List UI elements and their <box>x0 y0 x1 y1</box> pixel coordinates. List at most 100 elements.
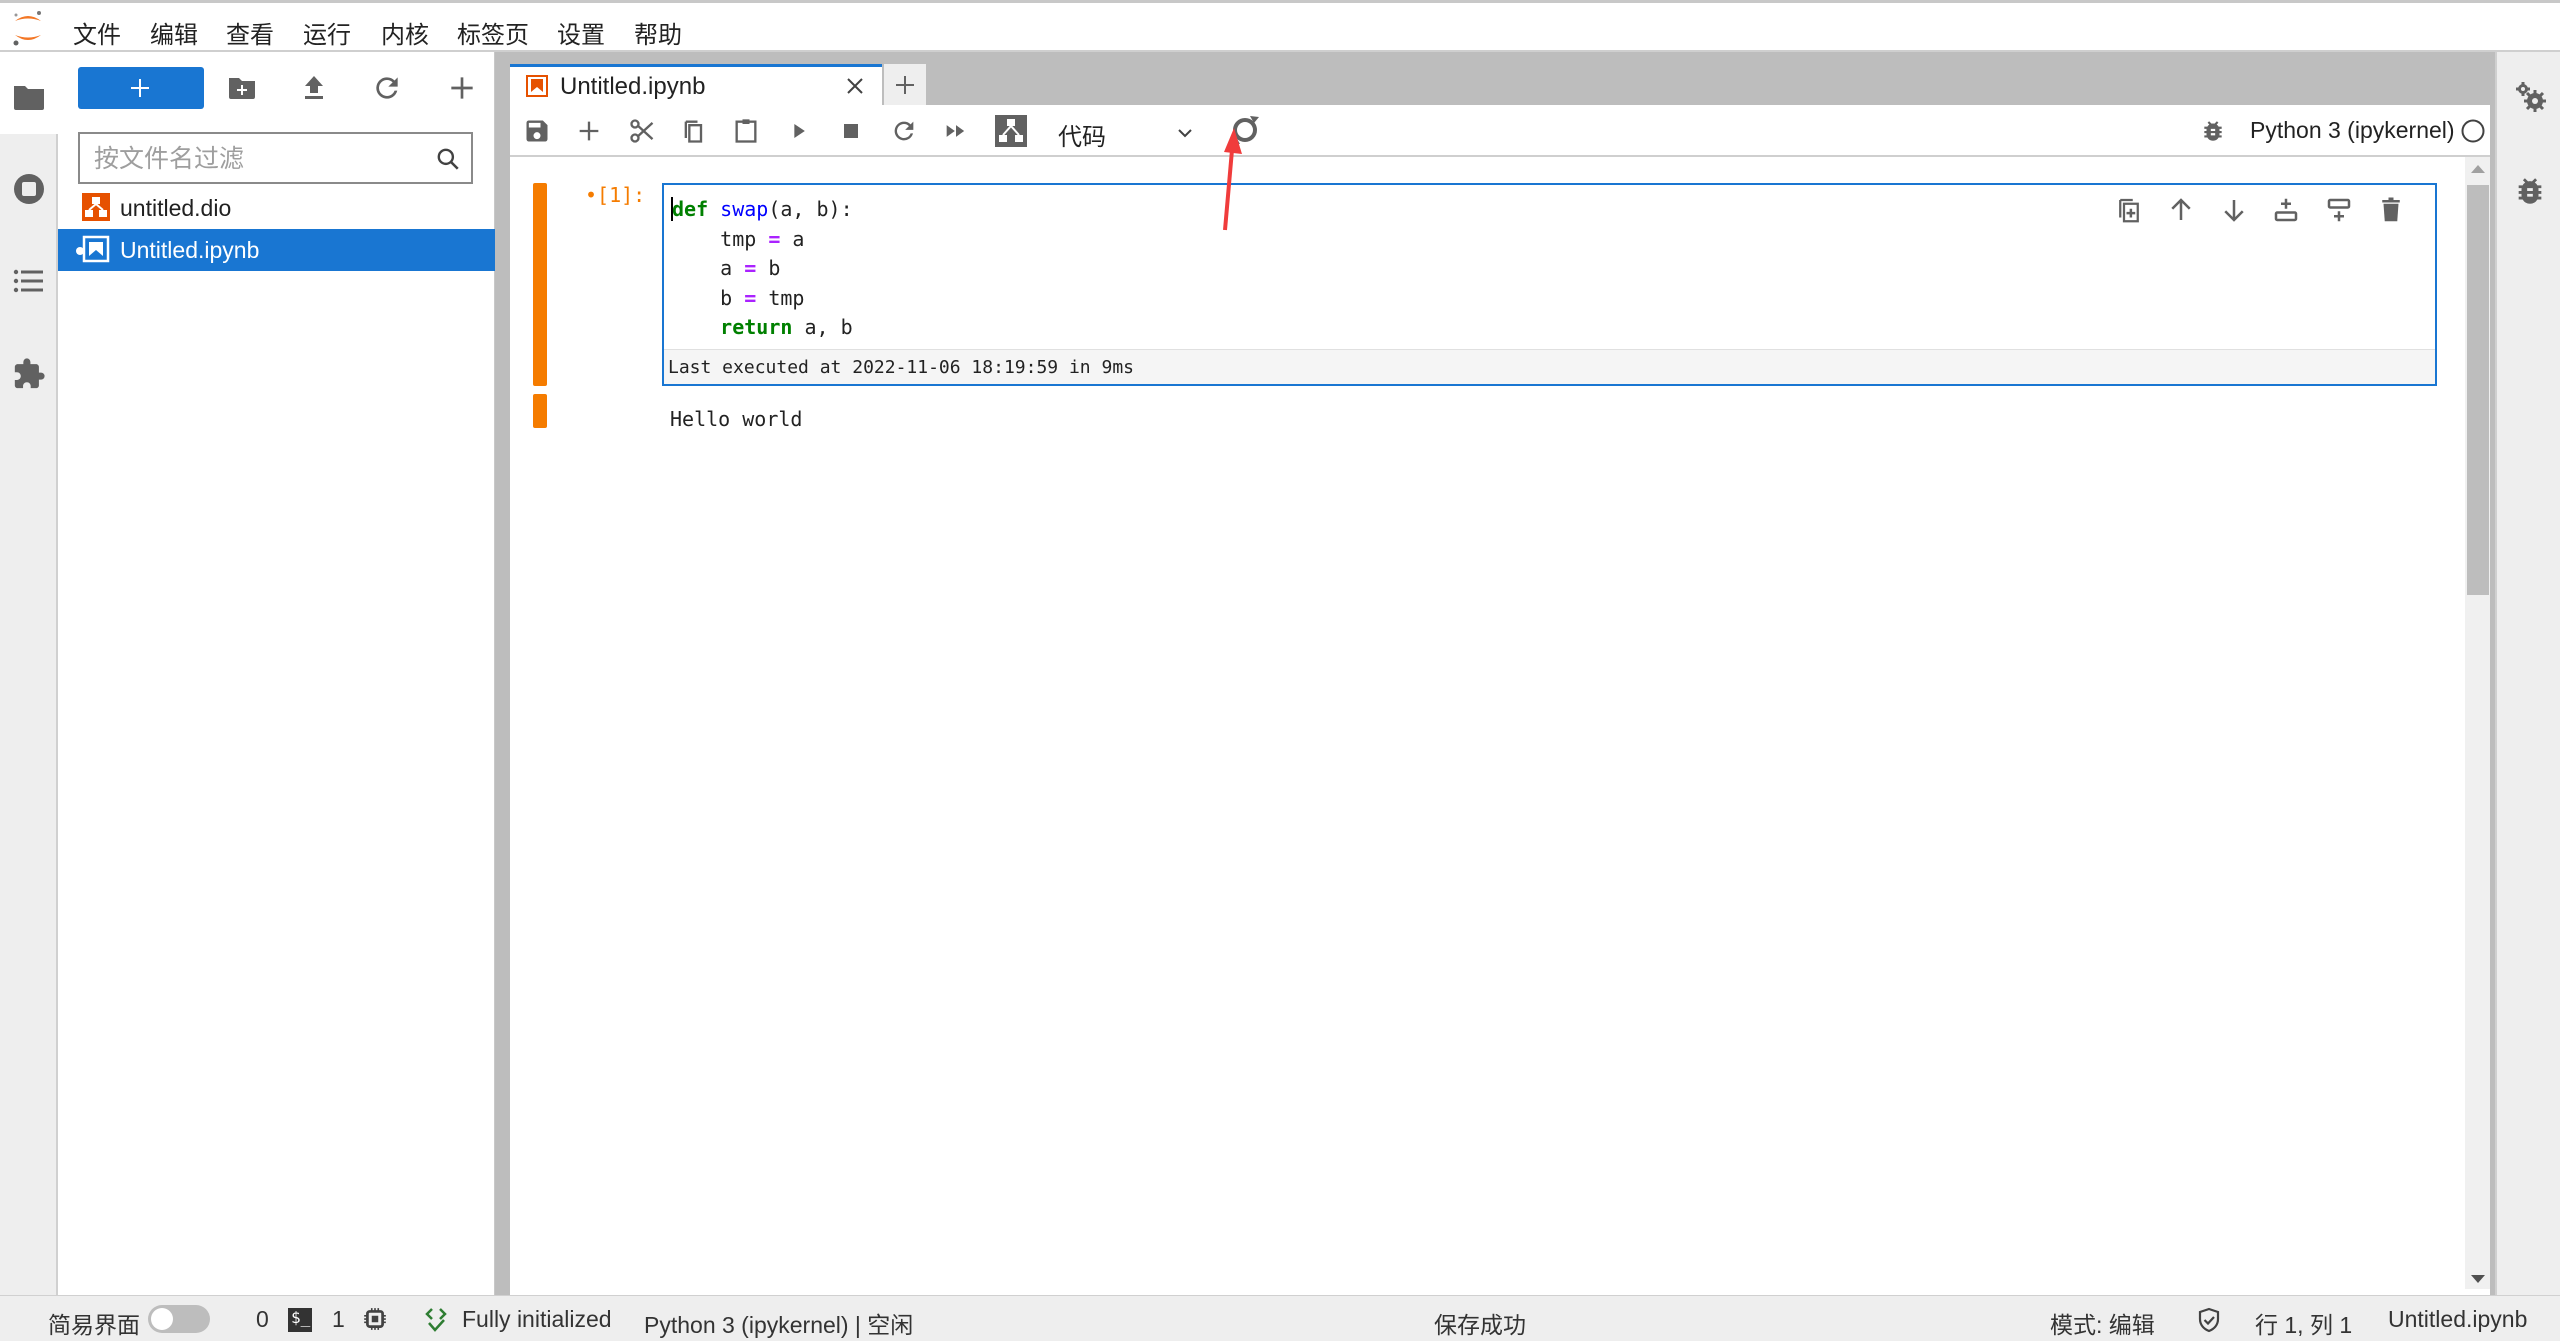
move-cell-down-button[interactable] <box>2219 195 2249 225</box>
cell-type-value: 代码 <box>1058 124 1106 151</box>
jupyter-logo-icon <box>10 9 46 47</box>
paste-button[interactable] <box>732 117 760 145</box>
interrupt-kernel-button[interactable] <box>837 117 865 145</box>
status-bar: 简易界面 0 $_ 1 Fully initialized Python 3 (… <box>0 1295 2560 1341</box>
code-token: b <box>756 256 781 280</box>
code-cell-editor[interactable]: def swap(a, b): tmp = a a = b b = tmp re… <box>662 183 2437 386</box>
duplicate-cell-button[interactable] <box>2114 195 2144 225</box>
code-line: b = tmp <box>672 286 804 310</box>
lsp-status[interactable]: Fully initialized <box>462 1306 612 1333</box>
cursor-position[interactable]: 行 1, 列 1 <box>2255 1306 2352 1340</box>
run-cell-button[interactable] <box>785 117 813 145</box>
menu-run[interactable]: 运行 <box>303 15 351 50</box>
new-folder-button[interactable] <box>226 72 258 104</box>
lsp-status-icon[interactable] <box>422 1306 450 1334</box>
cell-type-select[interactable]: 代码 <box>1050 113 1200 151</box>
code-token: b <box>672 285 745 310</box>
scrollbar-thumb[interactable] <box>2467 185 2489 595</box>
extensions-puzzle-icon[interactable] <box>12 357 46 391</box>
save-icon <box>526 120 548 142</box>
insert-above-icon <box>2274 198 2298 222</box>
scroll-down-arrow-icon[interactable] <box>2471 1275 2485 1283</box>
terminal-icon[interactable]: $_ <box>288 1308 312 1332</box>
table-of-contents-icon[interactable] <box>12 264 46 298</box>
menu-edit[interactable]: 编辑 <box>150 15 198 50</box>
code-token: tmp <box>672 226 769 251</box>
vertical-scrollbar[interactable] <box>2465 157 2490 1289</box>
output-collapser[interactable] <box>533 394 547 428</box>
code-token: tmp <box>756 285 805 310</box>
refresh-icon <box>376 77 398 99</box>
scroll-up-arrow-icon[interactable] <box>2471 165 2485 173</box>
drawio-toolbar-button[interactable] <box>995 115 1027 147</box>
close-tab-icon[interactable] <box>840 71 870 101</box>
code-token: = <box>744 256 757 280</box>
drawio-icon <box>82 193 110 221</box>
kernel-status-idle-icon <box>2460 118 2486 144</box>
new-launcher-button[interactable] <box>78 67 204 109</box>
menu-kernel[interactable]: 内核 <box>381 15 429 50</box>
cut-button[interactable] <box>628 117 656 145</box>
property-inspector-gears-icon[interactable] <box>2513 80 2547 114</box>
file-row-untitled-dio[interactable]: untitled.dio <box>58 187 495 229</box>
save-status-message: 保存成功 <box>1434 1312 1526 1338</box>
new-tab-button[interactable] <box>884 64 926 106</box>
right-sidebar <box>2495 52 2560 1295</box>
main-dock-area: Untitled.ipynb 代码 Python 3 (ipykernel) •… <box>495 52 2495 1295</box>
menu-settings[interactable]: 设置 <box>557 15 605 50</box>
upload-icon <box>305 76 323 99</box>
folder-icon <box>12 80 46 114</box>
restart-kernel-button[interactable] <box>890 117 918 145</box>
file-filter-input[interactable] <box>94 142 414 176</box>
code-token: (a, b): <box>768 197 853 221</box>
plus-icon <box>579 121 599 141</box>
insert-cell-below-button[interactable] <box>2324 195 2354 225</box>
paste-icon <box>735 119 757 143</box>
code-token: = <box>768 226 781 251</box>
code-line: tmp = a <box>672 227 804 251</box>
file-browser: untitled.dio Untitled.ipynb <box>58 52 495 1295</box>
running-sessions-icon[interactable] <box>12 172 46 206</box>
plus-icon <box>896 76 914 94</box>
move-cell-up-button[interactable] <box>2166 195 2196 225</box>
upload-button[interactable] <box>298 72 330 104</box>
menu-help[interactable]: 帮助 <box>634 15 682 50</box>
code-line: return a, b <box>672 315 853 339</box>
trusted-shield-icon[interactable] <box>2195 1306 2223 1334</box>
code-line: def swap(a, b): <box>672 197 853 221</box>
copy-button[interactable] <box>680 117 708 145</box>
save-button[interactable] <box>523 117 551 145</box>
arrow-up-icon <box>2171 198 2191 220</box>
search-icon[interactable] <box>435 146 461 172</box>
kernel-status[interactable]: Python 3 (ipykernel) | 空闲 <box>644 1306 913 1340</box>
execution-time-info: Last executed at 2022-11-06 18:19:59 in … <box>664 349 2435 384</box>
restart-run-all-button[interactable] <box>942 117 970 145</box>
current-file-name: Untitled.ipynb <box>2388 1306 2528 1332</box>
menu-tabs[interactable]: 标签页 <box>457 15 529 50</box>
plus-icon <box>131 79 149 97</box>
insert-cell-above-button[interactable] <box>2271 195 2301 225</box>
tab-untitled-ipynb[interactable]: Untitled.ipynb <box>510 64 882 106</box>
kernels-count[interactable]: 0 <box>256 1306 269 1333</box>
menu-view[interactable]: 查看 <box>226 15 274 50</box>
debugger-toggle[interactable] <box>2200 118 2226 144</box>
kernel-name-button[interactable]: Python 3 (ipykernel) <box>2250 117 2455 144</box>
file-row-untitled-ipynb[interactable]: Untitled.ipynb <box>58 229 495 271</box>
code-line: a = b <box>672 256 780 280</box>
simple-mode-toggle[interactable] <box>148 1305 210 1333</box>
memory-chip-icon[interactable] <box>362 1306 388 1332</box>
menu-file[interactable]: 文件 <box>73 15 121 50</box>
debugger-bug-icon[interactable] <box>2513 174 2547 208</box>
notebook-mode[interactable]: 模式: 编辑 <box>2050 1306 2155 1340</box>
code-token: a, b <box>792 315 853 339</box>
insert-below-icon <box>2327 198 2351 222</box>
notebook-icon <box>526 75 548 97</box>
sidebar-tab-filebrowser[interactable] <box>0 52 58 134</box>
terminals-count[interactable]: 1 <box>332 1306 345 1333</box>
delete-cell-button[interactable] <box>2376 195 2406 225</box>
insert-cell-button[interactable] <box>575 117 603 145</box>
refresh-button[interactable] <box>371 72 403 104</box>
new-file-button[interactable] <box>446 72 478 104</box>
input-collapser[interactable] <box>533 183 547 386</box>
